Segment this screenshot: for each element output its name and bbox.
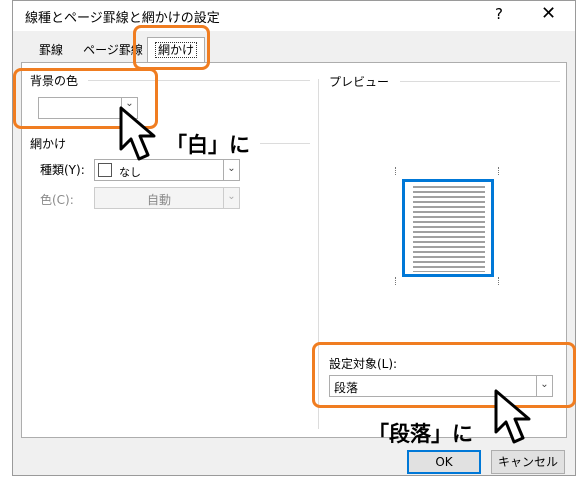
shading-group-divider [260, 143, 310, 144]
ok-button[interactable]: OK [407, 450, 481, 474]
preview-corner-mark [498, 277, 500, 285]
cursor-arrow-icon [119, 106, 156, 161]
chevron-down-icon: ⌄ [223, 160, 239, 180]
tab-highlight [133, 25, 210, 70]
help-button[interactable]: ? [495, 5, 503, 23]
tab-borders[interactable]: 罫線 [29, 39, 73, 61]
style-label: 種類(Y): [40, 163, 85, 177]
shading-color-dropdown[interactable]: 自動 ⌄ [94, 187, 240, 209]
title-bar: 線種とページ罫線と網かけの設定 ? ✕ [13, 1, 575, 31]
color-label: 色(C): [40, 193, 74, 207]
preview-text-lines [413, 186, 485, 272]
chevron-down-icon: ⌄ [223, 188, 239, 208]
callout-fill: 「白」に [166, 133, 250, 157]
preview-corner-mark [395, 167, 397, 175]
preview-corner-mark [498, 167, 500, 175]
cancel-button[interactable]: キャンセル [491, 450, 565, 474]
preview-group-label: プレビュー [329, 75, 390, 89]
swatch-icon [98, 163, 112, 177]
shading-color-value: 自動 [147, 193, 172, 207]
preview-corner-mark [395, 277, 397, 285]
preview-box [402, 179, 494, 277]
shading-group-label: 網かけ [30, 137, 67, 151]
cursor-arrow-icon [494, 389, 531, 444]
close-button[interactable]: ✕ [541, 3, 556, 24]
callout-apply: 「段落」に [368, 422, 473, 446]
preview-group-divider [400, 81, 560, 82]
dialog-title: 線種とページ罫線と網かけの設定 [25, 11, 220, 26]
